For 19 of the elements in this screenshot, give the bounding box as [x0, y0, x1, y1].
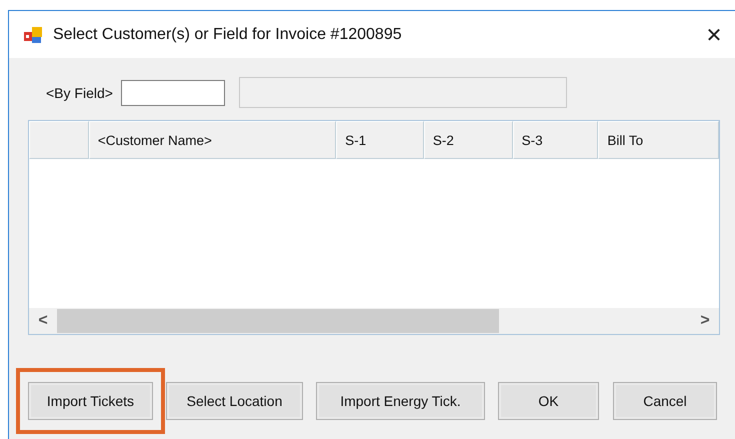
field-label: <By Field>: [46, 85, 113, 101]
column-header[interactable]: S-2: [424, 121, 513, 159]
column-header[interactable]: S-1: [336, 121, 424, 159]
app-icon: [23, 24, 43, 44]
column-header[interactable]: S-3: [512, 121, 598, 159]
column-header[interactable]: Bill To: [598, 121, 720, 159]
scroll-thumb[interactable]: [57, 309, 499, 333]
scroll-right-button[interactable]: >: [691, 308, 719, 334]
dialog-button[interactable]: Import Tickets: [28, 382, 153, 420]
dialog-button[interactable]: Select Location: [166, 382, 303, 420]
dialog-button[interactable]: Import Energy Tick.: [316, 382, 485, 420]
window-title: Select Customer(s) or Field for Invoice #1200895: [53, 26, 402, 44]
scroll-left-button[interactable]: <: [29, 308, 57, 334]
dialog-button[interactable]: OK: [498, 382, 599, 420]
horizontal-scrollbar[interactable]: < >: [29, 308, 719, 334]
field-input[interactable]: [120, 80, 225, 106]
column-header[interactable]: <Customer Name>: [88, 121, 336, 159]
close-button[interactable]: ✕: [699, 20, 729, 50]
dialog-button[interactable]: Cancel: [613, 382, 717, 420]
